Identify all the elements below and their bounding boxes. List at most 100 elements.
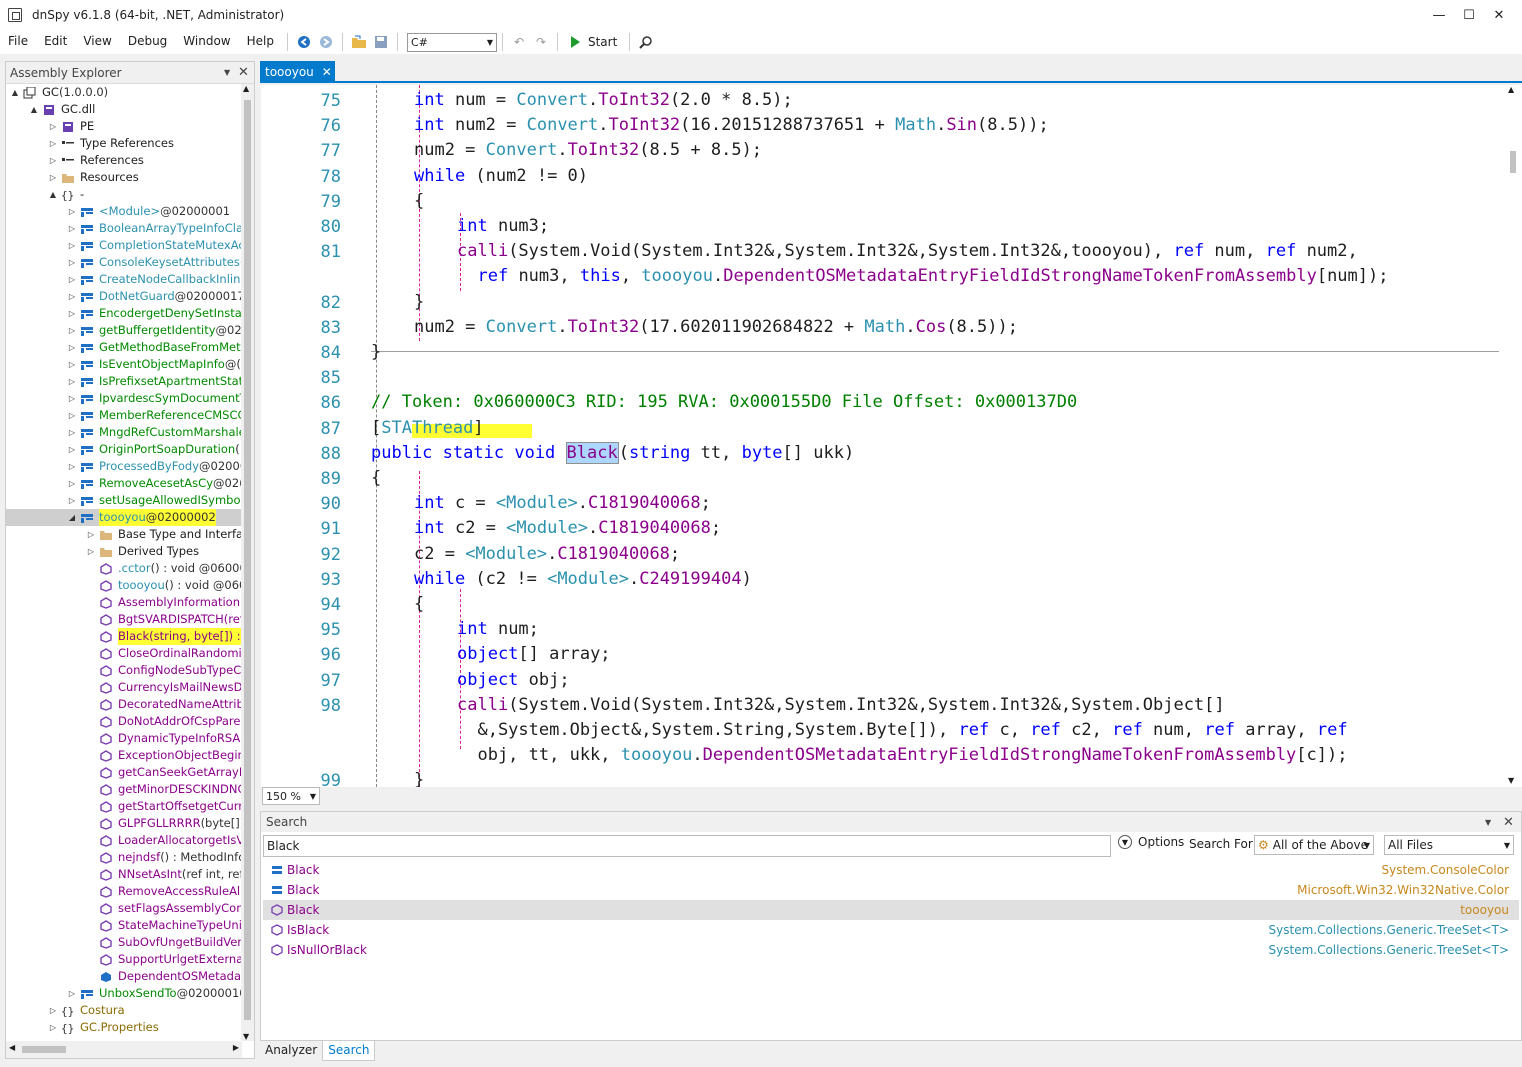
tree-node[interactable]: ▷{} Costura <box>6 1002 242 1019</box>
code-line[interactable]: int c2 = <Module>.C1819040068; <box>414 517 721 539</box>
close-button[interactable]: ✕ <box>1476 0 1522 30</box>
expander-icon[interactable]: ▷ <box>67 271 77 288</box>
search-result-row[interactable]: Black System.ConsoleColor <box>263 860 1519 880</box>
code-editor[interactable]: 75 76 77 78 79 80 81 82 83 84 85 86 87 88 89 90 91 92 93 94… <box>261 85 1522 787</box>
tree-node[interactable]: CurrencyIsMailNewsD <box>6 679 242 696</box>
search-result-row[interactable]: IsNullOrBlack System.Collections.Generic.… <box>263 940 1519 960</box>
tree-node[interactable]: .cctor() : void @06000( <box>6 560 242 577</box>
tree-node[interactable]: DecoratedNameAttrib <box>6 696 242 713</box>
expander-icon[interactable]: ▷ <box>67 203 77 220</box>
save-icon[interactable] <box>373 34 389 50</box>
expander-icon[interactable]: ▷ <box>67 475 77 492</box>
expander-icon[interactable]: ▷ <box>67 220 77 237</box>
zoom-select[interactable]: 150 % ▼ <box>262 787 320 805</box>
expander-icon[interactable]: ▷ <box>67 985 77 1002</box>
tree-node[interactable]: ▷ GetMethodBaseFromMetl <box>6 339 242 356</box>
tree-node[interactable]: getMinorDESCKINDNC <box>6 781 242 798</box>
expander-icon[interactable]: ▷ <box>86 526 96 543</box>
tree-node[interactable]: ◢ toooyou @02000002 <box>6 509 242 526</box>
expander-icon[interactable]: ▷ <box>48 1002 58 1019</box>
code-line[interactable]: } <box>414 769 424 787</box>
tree-node[interactable]: ▷ OriginPortSoapDuration ( <box>6 441 242 458</box>
expander-icon[interactable]: ▲ <box>48 186 58 203</box>
code-line[interactable]: } <box>414 291 424 313</box>
tree-node[interactable]: ConfigNodeSubTypeC <box>6 662 242 679</box>
scrollbar-thumb[interactable] <box>22 1046 66 1053</box>
tree-node[interactable]: getStartOffsetgetCurre <box>6 798 242 815</box>
close-icon[interactable]: ✕ <box>1503 815 1514 830</box>
expander-icon[interactable]: ▷ <box>67 492 77 509</box>
undo-icon[interactable]: ↶ <box>511 34 527 50</box>
tree-node[interactable]: ▲ GC (1.0.0.0) <box>6 84 242 101</box>
expander-icon[interactable]: ▷ <box>67 237 77 254</box>
search-input[interactable]: Black <box>263 835 1111 857</box>
scroll-down-icon[interactable]: ▼ <box>1508 776 1514 785</box>
expander-icon[interactable]: ▷ <box>67 339 77 356</box>
code-line[interactable]: num2 = Convert.ToInt32(17.60201190268482… <box>414 316 1018 338</box>
code-line[interactable]: c2 = <Module>.C1819040068; <box>414 543 680 565</box>
scroll-down-icon[interactable]: ▼ <box>243 1032 249 1041</box>
expander-icon[interactable]: ▷ <box>67 254 77 271</box>
menu-help[interactable]: Help <box>239 30 282 54</box>
tree-node[interactable]: ▷ MemberReferenceCMSCC <box>6 407 242 424</box>
tree-node[interactable]: GLPFGLLRRRR (byte[]) <box>6 815 242 832</box>
expander-icon[interactable]: ▷ <box>48 135 58 152</box>
tree-node[interactable]: ▲ GC.dll <box>6 101 242 118</box>
expander-icon[interactable]: ▷ <box>67 288 77 305</box>
menu-debug[interactable]: Debug <box>120 30 175 54</box>
tree-node[interactable]: ▷ IsPrefixsetApartmentState <box>6 373 242 390</box>
expander-icon[interactable]: ▷ <box>67 373 77 390</box>
tab-toooyou[interactable]: toooyou ✕ <box>260 61 335 83</box>
expander-icon[interactable]: ▷ <box>48 152 58 169</box>
scroll-left-icon[interactable]: ◀ <box>9 1043 15 1052</box>
tree-node[interactable]: ▷{} GC.Properties <box>6 1019 242 1036</box>
scroll-up-icon[interactable]: ▲ <box>1508 85 1514 94</box>
code-line[interactable]: int num = Convert.ToInt32(2.0 * 8.5); <box>414 89 793 111</box>
tree-node[interactable]: CloseOrdinalRandomi <box>6 645 242 662</box>
dropdown-icon[interactable]: ▼ <box>224 68 230 77</box>
tree-node[interactable]: StateMachineTypeUnit <box>6 917 242 934</box>
tree-node[interactable]: ▷ <Module> @02000001 <box>6 203 242 220</box>
search-for-select[interactable]: ⚙ All of the Above ▼ <box>1254 835 1374 855</box>
search-scope-select[interactable]: All Files ▼ <box>1384 835 1514 855</box>
expander-icon[interactable]: ▷ <box>48 1019 58 1036</box>
dropdown-icon[interactable]: ▼ <box>1485 818 1491 827</box>
code-line[interactable]: int c = <Module>.C1819040068; <box>414 492 711 514</box>
editor-vertical-scrollbar[interactable]: ▲ ▼ <box>1504 85 1522 787</box>
tree-node[interactable]: ▷ Resources <box>6 169 242 186</box>
tree-node[interactable]: ▷ Type References <box>6 135 242 152</box>
tree-node[interactable]: SupportUrlgetExternal <box>6 951 242 968</box>
code-line[interactable]: &,System.Object&,System.String,System.By… <box>457 719 1347 741</box>
tree-node[interactable]: RemoveAccessRuleAll <box>6 883 242 900</box>
code-line[interactable]: calli(System.Void(System.Int32&,System.I… <box>457 694 1225 716</box>
expander-icon[interactable]: ▷ <box>86 543 96 560</box>
tab-analyzer[interactable]: Analyzer <box>260 1041 322 1061</box>
scroll-right-icon[interactable]: ▶ <box>233 1043 239 1052</box>
open-folder-icon[interactable] <box>351 34 367 50</box>
options-toggle[interactable]: ▼ Options <box>1118 835 1184 849</box>
expander-icon[interactable]: ◢ <box>67 509 77 526</box>
expander-icon[interactable]: ▷ <box>48 169 58 186</box>
search-result-row[interactable]: Black Microsoft.Win32.Win32Native.Color <box>263 880 1519 900</box>
code-line[interactable]: [STAThread] <box>371 417 484 439</box>
code-line[interactable]: int num3; <box>457 215 549 237</box>
tree-node[interactable]: ▷ References <box>6 152 242 169</box>
search-result-row[interactable]: Black toooyou <box>263 900 1519 920</box>
code-area[interactable]: int num = Convert.ToInt32(2.0 * 8.5); int… <box>371 85 1501 787</box>
tree-node[interactable]: ▷ Base Type and Interfac <box>6 526 242 543</box>
tree-node[interactable]: ▲{} - <box>6 186 242 203</box>
tree-node[interactable]: ▷ IsEventObjectMapInfo @( <box>6 356 242 373</box>
menu-window[interactable]: Window <box>175 30 238 54</box>
tree-node[interactable]: ▷ MngdRefCustomMarshale <box>6 424 242 441</box>
tree-node[interactable]: LoaderAllocatorgetIsV <box>6 832 242 849</box>
expander-icon[interactable]: ▷ <box>67 390 77 407</box>
tree-node[interactable]: DependentOSMetadat <box>6 968 242 985</box>
code-line[interactable]: // Token: 0x060000C3 RID: 195 RVA: 0x000… <box>371 391 1077 413</box>
expander-icon[interactable]: ▷ <box>67 322 77 339</box>
menu-view[interactable]: View <box>75 30 119 54</box>
expander-icon[interactable]: ▷ <box>67 441 77 458</box>
assembly-tree[interactable]: ▲ GC (1.0.0.0) ▲ GC.dll ▷ PE ▷ Type References ▷… <box>6 84 242 1041</box>
tree-node[interactable]: nejndsf() : MethodInfc <box>6 849 242 866</box>
code-line[interactable]: while (num2 != 0) <box>414 165 588 187</box>
expander-icon[interactable]: ▲ <box>10 84 20 101</box>
